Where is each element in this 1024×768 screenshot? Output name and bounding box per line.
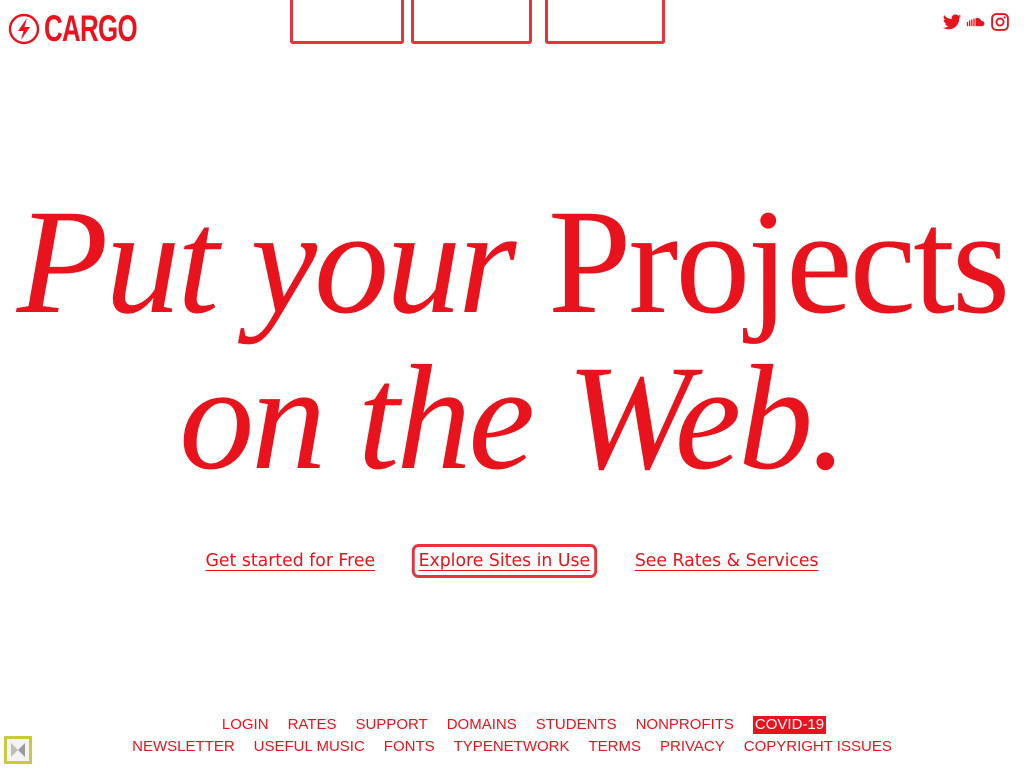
- top-nav-tab-3[interactable]: [545, 0, 665, 44]
- instagram-icon: [991, 13, 1009, 31]
- cta-row: Get started for Free Explore Sites in Us…: [0, 544, 1024, 578]
- footer-link-typenetwork[interactable]: TYPENETWORK: [454, 738, 570, 756]
- logo-text: CARGO: [44, 8, 138, 49]
- top-nav-tab-1[interactable]: [290, 0, 404, 44]
- footer-link-useful-music[interactable]: USEFUL MUSIC: [254, 738, 365, 756]
- footer-nav-primary: LOGIN RATES SUPPORT DOMAINS STUDENTS NON…: [0, 716, 1024, 734]
- footer-link-privacy[interactable]: PRIVACY: [660, 738, 725, 756]
- top-nav-tab-2[interactable]: [411, 0, 532, 44]
- footer-link-newsletter[interactable]: NEWSLETTER: [132, 738, 235, 756]
- social-links: [942, 12, 1010, 32]
- hero-headline: Put your Projects on the Web.: [0, 184, 1024, 496]
- soundcloud-icon: [966, 17, 985, 27]
- footer-link-covid-19[interactable]: COVID-19: [752, 716, 827, 734]
- explore-sites-link[interactable]: Explore Sites in Use: [412, 544, 598, 578]
- footer-link-terms[interactable]: TERMS: [588, 738, 641, 756]
- footer-link-login[interactable]: LOGIN: [222, 716, 269, 734]
- hero-line1-italic: Put your: [16, 179, 517, 345]
- footer-link-support[interactable]: SUPPORT: [355, 716, 427, 734]
- twitter-icon: [942, 14, 962, 30]
- hero-line1-roman: Projects: [548, 179, 1010, 345]
- footer-link-copyright-issues[interactable]: COPYRIGHT ISSUES: [744, 738, 892, 756]
- logo-link[interactable]: CARGO: [8, 9, 177, 49]
- footer-link-fonts[interactable]: FONTS: [384, 738, 435, 756]
- rates-services-link[interactable]: See Rates & Services: [633, 549, 821, 573]
- footer-link-rates[interactable]: RATES: [288, 716, 337, 734]
- footer-link-domains[interactable]: DOMAINS: [447, 716, 517, 734]
- footer-nav-secondary: NEWSLETTER USEFUL MUSIC FONTS TYPENETWOR…: [0, 738, 1024, 756]
- twitter-link[interactable]: [942, 12, 962, 32]
- lightning-bolt-icon: [8, 13, 40, 45]
- get-started-link[interactable]: Get started for Free: [203, 549, 376, 573]
- soundcloud-link[interactable]: [966, 12, 986, 32]
- footer-link-nonprofits[interactable]: NONPROFITS: [636, 716, 734, 734]
- instagram-link[interactable]: [990, 12, 1010, 32]
- footer-link-students[interactable]: STUDENTS: [536, 716, 617, 734]
- hero-line2-italic: on the Web.: [179, 335, 848, 501]
